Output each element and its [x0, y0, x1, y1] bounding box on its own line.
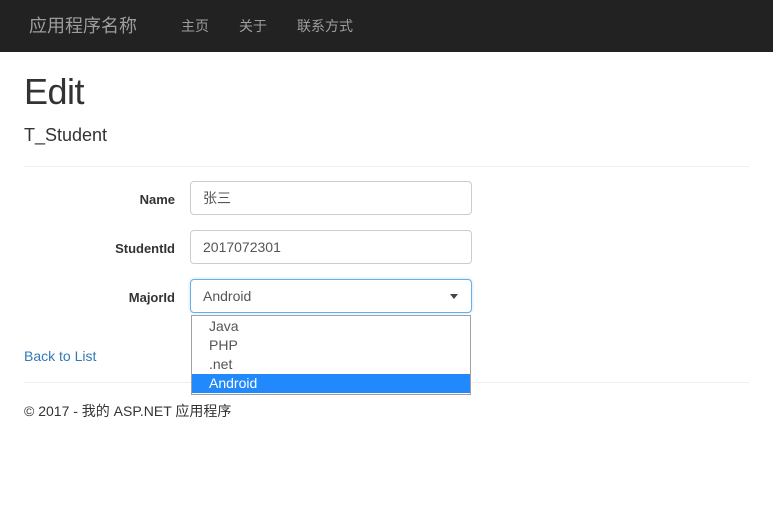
navbar-nav: 主页 关于 联系方式 [166, 16, 368, 36]
name-input[interactable]: 张三 [190, 181, 472, 215]
select-option-net[interactable]: .net [192, 355, 470, 374]
footer-text: © 2017 - 我的 ASP.NET 应用程序 [24, 401, 749, 421]
navbar-brand[interactable]: 应用程序名称 [14, 16, 152, 36]
majorid-select-wrapper: Android Java PHP .net Android [190, 279, 472, 313]
majorid-selected-value: Android [203, 288, 251, 304]
chevron-down-icon [450, 294, 458, 299]
form-row-name: Name 张三 [24, 181, 749, 215]
select-option-java[interactable]: Java [192, 317, 470, 336]
page-title: Edit [24, 70, 749, 114]
label-studentid: StudentId [24, 230, 190, 257]
back-to-list-link[interactable]: Back to List [24, 348, 96, 364]
header-divider [24, 166, 749, 167]
nav-link-home[interactable]: 主页 [166, 16, 224, 36]
form-row-studentid: StudentId 2017072301 [24, 230, 749, 264]
nav-link-about[interactable]: 关于 [224, 16, 282, 36]
select-option-php[interactable]: PHP [192, 336, 470, 355]
studentid-input[interactable]: 2017072301 [190, 230, 472, 264]
nav-link-contact[interactable]: 联系方式 [282, 16, 368, 36]
majorid-select-menu: Java PHP .net Android [191, 315, 471, 395]
label-majorid: MajorId [24, 279, 190, 306]
navbar: 应用程序名称 主页 关于 联系方式 [0, 0, 773, 52]
select-option-android[interactable]: Android [192, 374, 470, 393]
form-row-majorid: MajorId Android Java PHP .net Android [24, 279, 749, 313]
edit-form: Name 张三 StudentId 2017072301 MajorId And… [24, 181, 749, 364]
label-name: Name [24, 181, 190, 208]
main-container: Edit T_Student Name 张三 StudentId 2017072… [0, 70, 773, 421]
page-subtitle: T_Student [24, 124, 749, 146]
majorid-select[interactable]: Android [190, 279, 472, 313]
